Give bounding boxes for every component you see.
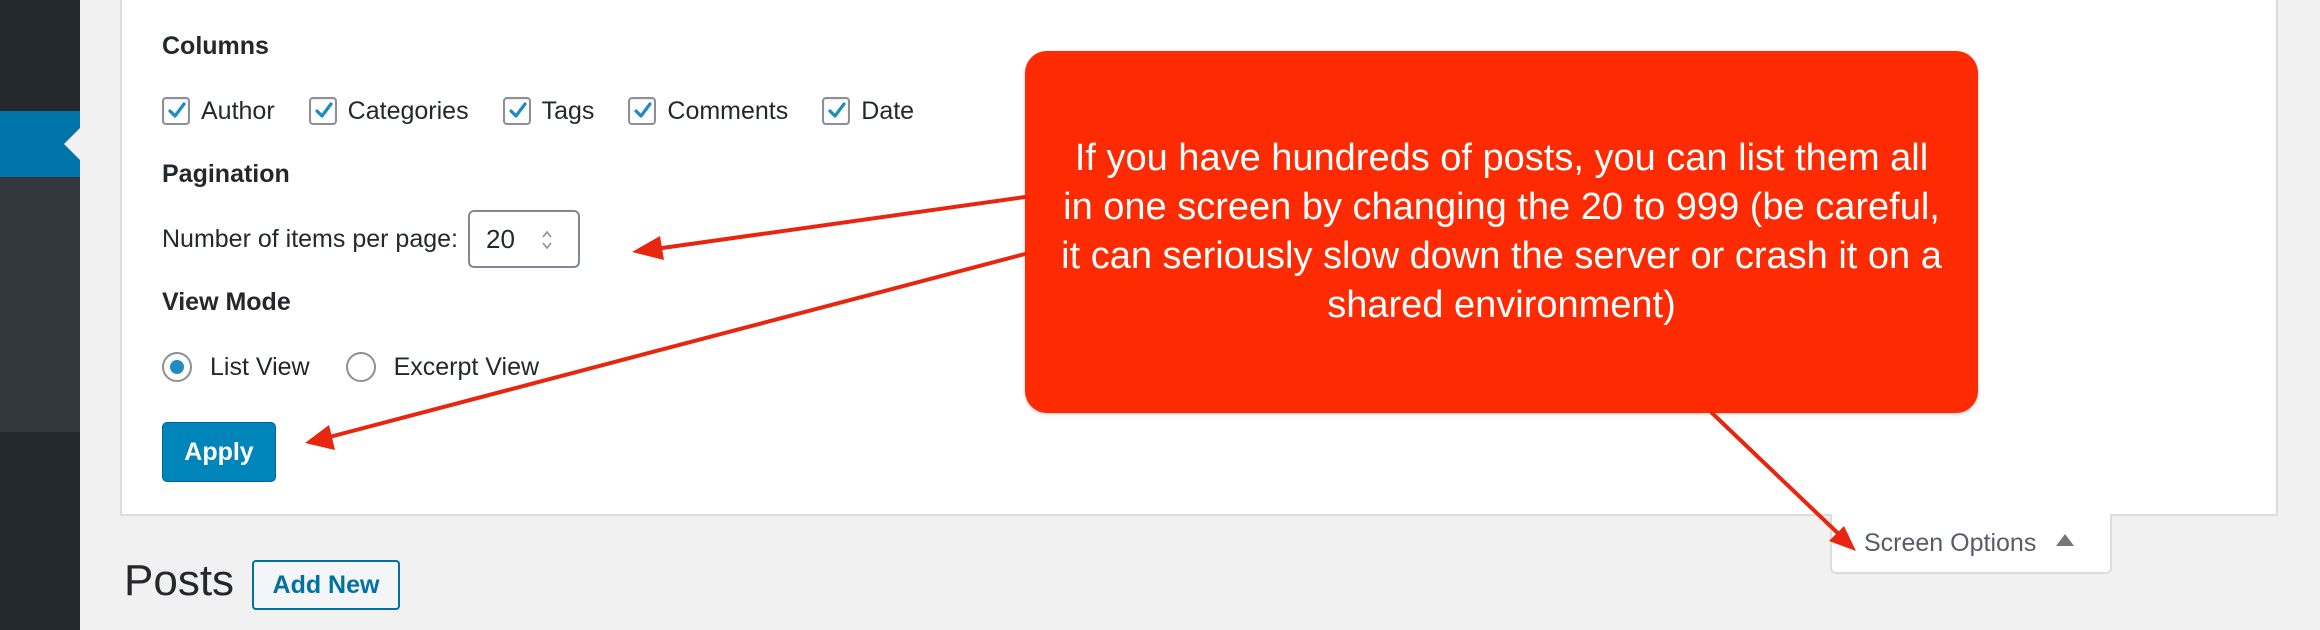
arrow-to-items-input [653, 195, 1027, 251]
arrow-to-screen-options-tab [1710, 411, 1847, 542]
arrowhead-icon [632, 236, 664, 260]
arrow-to-apply-button [316, 252, 1027, 442]
arrowhead-icon [305, 425, 335, 450]
annotation-arrows [305, 195, 1856, 551]
